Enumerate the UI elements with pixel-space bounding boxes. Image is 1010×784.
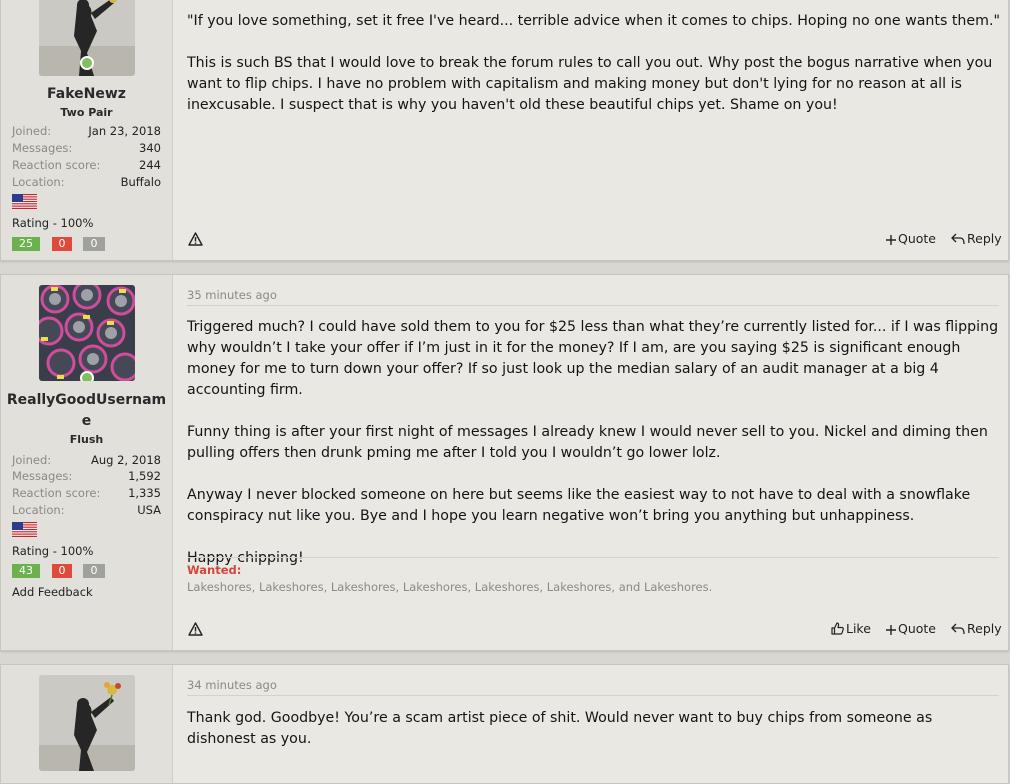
post-message: Triggered much? I could have sold them t… [187, 317, 1002, 569]
feedback-rating[interactable]: Rating - 100% [12, 544, 93, 558]
stat-label: Joined: [12, 453, 52, 467]
post-header-divider [187, 305, 999, 306]
post-timestamp[interactable]: 34 minutes ago [187, 678, 277, 692]
stat-value: 1,335 [128, 486, 161, 500]
feedback-positive-badge[interactable]: 43 [12, 564, 40, 578]
quote-button[interactable]: Quote [886, 231, 936, 247]
quote-label: Quote [898, 231, 937, 246]
post-paragraph: Anyway I never blocked someone on here b… [187, 487, 971, 524]
feedback-positive-badge[interactable]: 25 [12, 237, 40, 251]
stat-label: Messages: [12, 141, 73, 155]
signature-wanted-label: Wanted: [187, 563, 242, 577]
stat-label: Joined: [12, 124, 52, 138]
thumbs-up-icon [831, 622, 844, 635]
stat-messages: Messages: 1,592 [12, 468, 161, 485]
stat-label: Location: [12, 175, 65, 189]
stat-value: Aug 2, 2018 [90, 453, 161, 467]
stat-label: Location: [12, 503, 65, 517]
stat-value[interactable]: 340 [139, 140, 161, 157]
stat-value[interactable]: USA [137, 502, 161, 519]
post-paragraph: Thank god. Goodbye! You’re a scam artist… [187, 710, 933, 747]
post-header-divider [187, 695, 999, 696]
post-paragraph: Funny thing is after your first night of… [187, 424, 988, 461]
avatar[interactable] [39, 675, 135, 771]
post-timestamp[interactable]: 35 minutes ago [187, 288, 277, 302]
stat-value[interactable]: Buffalo [121, 174, 161, 191]
like-label: Like [846, 621, 871, 636]
stat-location: Location: Buffalo [12, 174, 161, 191]
signature-wanted-text: Lakeshores, Lakeshores, Lakeshores, Lake… [187, 580, 713, 594]
post-paragraph: "If you love something, set it free I've… [187, 13, 1001, 29]
stat-label: Reaction score: [12, 486, 101, 500]
us-flag-icon [12, 194, 37, 209]
post-paragraph: This is such BS that I would love to bre… [187, 55, 993, 113]
avatar[interactable] [39, 0, 135, 76]
report-icon[interactable] [188, 622, 203, 636]
feedback-negative-badge[interactable]: 0 [52, 237, 72, 251]
stat-value: Jan 23, 2018 [88, 124, 161, 138]
reply-button[interactable]: Reply [951, 231, 1002, 247]
us-flag-icon [12, 522, 37, 537]
user-info-panel [1, 665, 173, 783]
reply-icon [951, 623, 965, 635]
post-message: Thank god. Goodbye! You’re a scam artist… [187, 708, 1002, 750]
add-feedback-link[interactable]: Add Feedback [12, 585, 93, 599]
username-link[interactable]: ReallyGoodUsername [5, 390, 168, 432]
plus-icon [886, 625, 896, 635]
reply-icon [951, 233, 965, 245]
user-title: Two Pair [60, 106, 113, 119]
user-info-panel: FakeNewz Two Pair Joined: Jan 23, 2018 M… [1, 0, 173, 260]
stat-messages: Messages: 340 [12, 140, 161, 157]
online-status-icon [80, 56, 94, 70]
reply-label: Reply [967, 231, 1002, 246]
quote-label: Quote [898, 621, 937, 636]
stat-reaction-score: Reaction score: 244 [12, 157, 161, 174]
feedback-neutral-badge[interactable]: 0 [83, 237, 105, 251]
report-icon[interactable] [188, 232, 203, 246]
feedback-rating[interactable]: Rating - 100% [12, 216, 93, 230]
user-title: Flush [69, 433, 104, 446]
like-button[interactable]: Like [831, 621, 871, 637]
stat-value: 244 [139, 158, 161, 172]
post-paragraph: Happy chipping! [187, 550, 304, 566]
user-info-panel: ReallyGoodUsername Flush Joined: Aug 2, … [1, 275, 173, 650]
stat-label: Messages: [12, 469, 73, 483]
post-message: "If you love something, set it free I've… [187, 11, 1002, 116]
post: ReallyGoodUsername Flush Joined: Aug 2, … [0, 274, 1009, 651]
stat-reaction-score: Reaction score: 1,335 [12, 485, 161, 502]
quote-button[interactable]: Quote [886, 621, 936, 637]
reply-button[interactable]: Reply [951, 621, 1002, 637]
signature-divider [187, 557, 999, 558]
post-paragraph: Triggered much? I could have sold them t… [187, 319, 999, 398]
stat-value[interactable]: 1,592 [128, 468, 161, 485]
online-status-icon [80, 371, 94, 381]
stat-label: Reaction score: [12, 158, 101, 172]
post: FakeNewz Two Pair Joined: Jan 23, 2018 M… [0, 0, 1009, 261]
reply-label: Reply [967, 621, 1002, 636]
post: 34 minutes ago Thank god. Goodbye! You’r… [0, 664, 1009, 784]
username-link[interactable]: FakeNewz [5, 84, 168, 105]
stat-location: Location: USA [12, 502, 161, 519]
avatar[interactable] [39, 285, 135, 381]
stat-joined: Joined: Aug 2, 2018 [12, 452, 161, 469]
stat-joined: Joined: Jan 23, 2018 [12, 123, 161, 140]
feedback-neutral-badge[interactable]: 0 [83, 564, 105, 578]
plus-icon [886, 235, 896, 245]
feedback-negative-badge[interactable]: 0 [52, 564, 72, 578]
